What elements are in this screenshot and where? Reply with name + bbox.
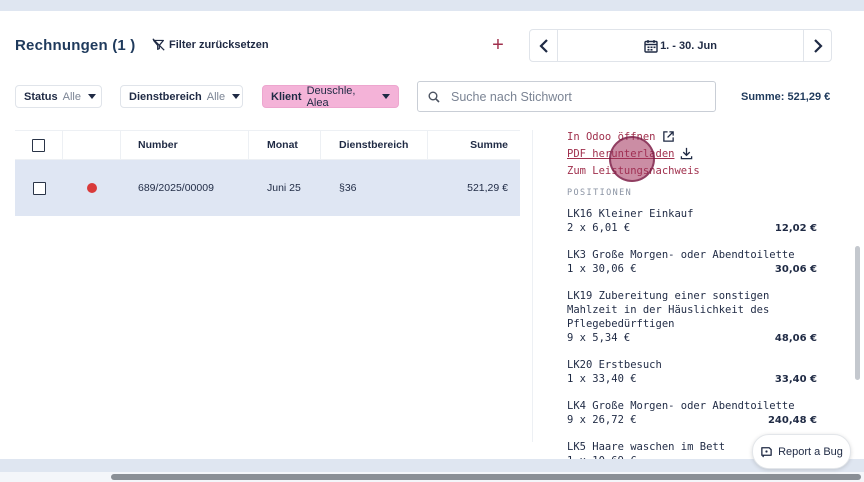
position-amount: 30,06 € — [774, 264, 817, 275]
date-range-picker[interactable]: 1. - 30. Jun — [558, 39, 803, 53]
position-amount: 33,40 € — [774, 374, 817, 385]
table-header: Number Monat Dienstbereich Summe — [15, 130, 520, 160]
date-range-label: 1. - 30. Jun — [660, 39, 717, 52]
position-qty: 1 x 33,40 € — [567, 373, 637, 385]
header-dienstbereich[interactable]: Dienstbereich — [321, 131, 428, 159]
klient-filter-value: Deuschle, Alea — [306, 84, 356, 109]
search-input[interactable] — [451, 89, 701, 104]
row-checkbox[interactable] — [32, 181, 46, 195]
dienstbereich-filter-label: Dienstbereich — [129, 90, 202, 103]
position-qty: 9 x 5,34 € — [567, 332, 631, 344]
status-filter-label: Status — [24, 90, 58, 103]
report-bug-label: Report a Bug — [778, 445, 843, 458]
filter-reset-button[interactable]: Filter zurücksetzen — [152, 38, 269, 51]
table-row[interactable]: 689/2025/00009 Juni 25 §36 521,29 € — [15, 160, 520, 216]
position-amount: 240,48 € — [767, 415, 817, 426]
invoice-table: Number Monat Dienstbereich Summe 689/202… — [15, 130, 520, 216]
external-link-icon — [662, 131, 674, 142]
chevron-left-icon — [538, 38, 548, 53]
select-all-checkbox[interactable] — [32, 138, 45, 152]
position-item: LK3 Große Morgen- oder Abendtoilette 1 x… — [567, 248, 817, 277]
position-item: LK16 Kleiner Einkauf 2 x 6,01 € 12,02 € — [567, 207, 817, 236]
positions-heading: POSITIONEN — [567, 188, 633, 198]
position-qty: 2 x 6,01 € — [567, 222, 631, 234]
position-qty: 9 x 26,72 € — [567, 414, 637, 426]
position-title: LK19 Zubereitung einer sonstigen Mahlzei… — [567, 290, 770, 330]
add-button[interactable]: + — [489, 35, 507, 55]
calendar-icon — [644, 39, 658, 53]
position-amount: 12,02 € — [774, 223, 817, 234]
position-qty: 1 x 30,06 € — [567, 263, 637, 275]
leistungsnachweis-label: Zum Leistungsnachweis — [567, 164, 700, 177]
top-bar — [0, 0, 864, 11]
chevron-right-icon — [813, 38, 823, 53]
open-in-odoo-link[interactable]: In Odoo öffnen — [567, 128, 817, 145]
header-summe[interactable]: Summe — [428, 131, 520, 159]
position-item: LK4 Große Morgen- oder Abendtoilette 9 x… — [567, 399, 817, 428]
position-title: LK4 Große Morgen- oder Abendtoilette — [567, 400, 795, 412]
position-title: LK16 Kleiner Einkauf — [567, 208, 694, 220]
vertical-scrollbar[interactable] — [855, 246, 860, 380]
invoice-detail-panel: In Odoo öffnen PDF herunterladen Zum Lei… — [567, 128, 817, 481]
position-amount: 48,06 € — [774, 333, 817, 344]
download-pdf-label: PDF herunterladen — [567, 147, 675, 160]
download-icon — [681, 147, 693, 160]
date-navigator: 1. - 30. Jun — [529, 29, 832, 62]
status-dot — [87, 183, 97, 193]
caret-down-icon — [382, 94, 390, 99]
header-number[interactable]: Number — [121, 131, 249, 159]
next-month-button[interactable] — [803, 30, 831, 61]
row-summe: 521,29 € — [467, 182, 508, 194]
panel-divider — [532, 130, 533, 442]
horizontal-scrollbar[interactable] — [111, 474, 861, 480]
leistungsnachweis-link[interactable]: Zum Leistungsnachweis — [567, 162, 817, 179]
download-pdf-link[interactable]: PDF herunterladen — [567, 145, 817, 162]
header-select-cell — [15, 131, 63, 159]
search-icon — [428, 91, 440, 103]
bug-icon — [761, 447, 772, 458]
position-item: LK20 Erstbesuch 1 x 33,40 € 33,40 € — [567, 358, 817, 387]
row-dienstbereich: §36 — [339, 182, 357, 194]
caret-down-icon — [232, 94, 241, 99]
row-status-cell — [63, 160, 121, 216]
dienstbereich-filter-value: Alle — [206, 90, 226, 103]
previous-month-button[interactable] — [530, 30, 558, 61]
position-item: LK19 Zubereitung einer sonstigen Mahlzei… — [567, 289, 817, 346]
header-monat[interactable]: Monat — [249, 131, 321, 159]
filter-reset-label: Filter zurücksetzen — [169, 38, 269, 51]
header-status-cell — [63, 131, 121, 159]
status-filter-value: Alle — [62, 90, 81, 103]
row-number: 689/2025/00009 — [138, 182, 214, 194]
search-box — [417, 81, 716, 112]
row-select-cell — [15, 160, 63, 216]
position-title: LK3 Große Morgen- oder Abendtoilette — [567, 249, 795, 261]
klient-filter-dropdown[interactable]: Klient Deuschle, Alea — [262, 84, 399, 109]
report-bug-button[interactable]: Report a Bug — [752, 434, 851, 469]
klient-filter-label: Klient — [271, 90, 302, 103]
filter-off-icon — [152, 38, 165, 51]
page-title: Rechnungen (1 ) — [15, 37, 136, 54]
open-in-odoo-label: In Odoo öffnen — [567, 130, 656, 143]
position-title: LK20 Erstbesuch — [567, 359, 662, 371]
caret-down-icon — [87, 94, 96, 99]
row-monat: Juni 25 — [267, 182, 301, 194]
summe-total: Summe: 521,29 € — [741, 91, 831, 103]
dienstbereich-filter-dropdown[interactable]: Dienstbereich Alle — [120, 85, 243, 108]
status-filter-dropdown[interactable]: Status Alle — [15, 85, 102, 108]
